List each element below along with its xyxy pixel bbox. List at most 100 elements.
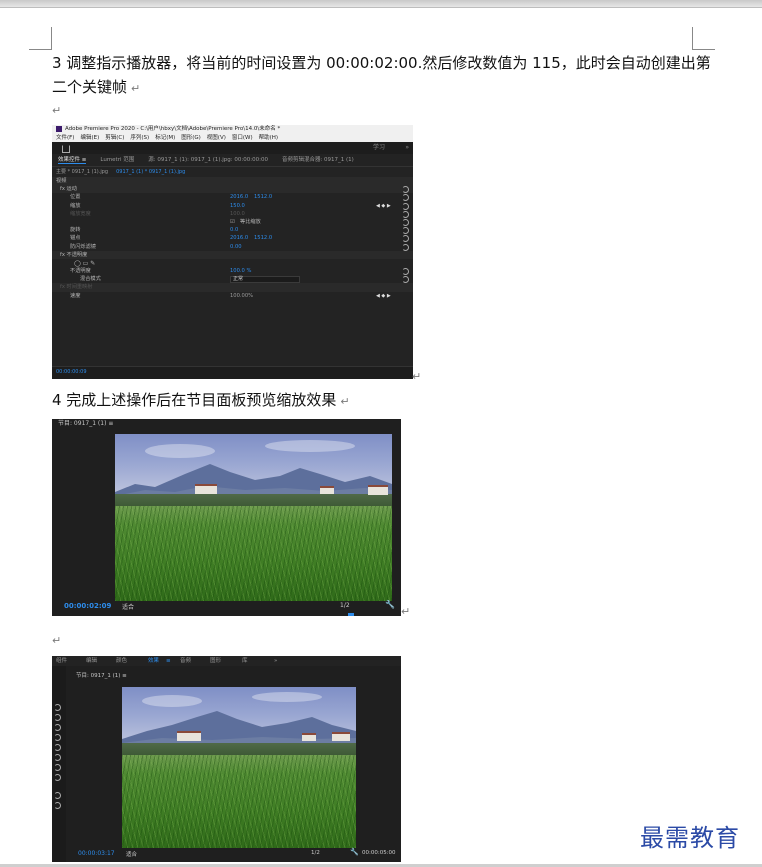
param-opacity: 不透明度 100.0 % <box>52 267 413 276</box>
menu-marker[interactable]: 标记(M) <box>155 135 175 141</box>
blend-mode-select[interactable]: 正常 <box>230 276 300 284</box>
reset-icon[interactable] <box>54 734 61 741</box>
tab-effects-menu-icon[interactable]: ≡ <box>166 656 171 666</box>
reset-icon[interactable] <box>402 276 409 284</box>
keyframe-nav-icon[interactable]: ◀ ◆ ▶ <box>376 202 391 210</box>
reset-icon[interactable] <box>402 202 409 210</box>
step-3-paragraph[interactable]: 3 调整指示播放器，将当前的时间设置为 00:00:02:00.然后修改数值为 … <box>52 51 712 101</box>
tab-color[interactable]: 颜色 <box>116 656 127 666</box>
keyframe-nav-icon[interactable]: ◀ ◆ ▶ <box>376 292 391 300</box>
reset-icon[interactable] <box>54 754 61 761</box>
paragraph-mark-icon: ↵ <box>131 82 141 95</box>
tab-editing[interactable]: 编辑 <box>86 656 97 666</box>
reset-icon[interactable] <box>54 764 61 771</box>
program-monitor-title: 节目: 0917_1 (1) ≡ <box>76 673 127 679</box>
param-scale-width: 缩放宽度 100.0 <box>52 210 413 218</box>
reset-icon[interactable] <box>402 186 409 194</box>
resolution-select[interactable]: 1/2 <box>340 602 350 609</box>
tab-libraries[interactable]: 库 <box>242 656 248 666</box>
effect-opacity[interactable]: fx 不透明度 <box>52 250 413 259</box>
menu-sequence[interactable]: 序列(S) <box>130 135 149 141</box>
step-3-text: 3 调整指示播放器，将当前的时间设置为 00:00:02:00.然后修改数值为 … <box>52 54 711 96</box>
clip-master[interactable]: 主要 * 0917_1 (1).jpg <box>56 169 108 175</box>
home-icon[interactable] <box>62 145 70 153</box>
section-video: 视频 <box>52 177 413 186</box>
divider <box>0 7 762 8</box>
resolution-select[interactable]: 1/2 <box>311 850 320 856</box>
menu-clip[interactable]: 剪辑(C) <box>105 135 124 141</box>
wrench-icon[interactable]: 🔧 <box>350 848 359 856</box>
tab-audio[interactable]: 音频 <box>180 656 191 666</box>
checkbox-icon[interactable]: ☑ <box>230 218 235 226</box>
menu-window[interactable]: 窗口(W) <box>232 135 253 141</box>
menu-file[interactable]: 文件(F) <box>56 135 74 141</box>
premiere-titlebar: Adobe Premiere Pro 2020 - C:\用户\hbxy\文档\… <box>52 125 413 134</box>
fit-select[interactable]: 适合 <box>126 850 137 858</box>
menu-help[interactable]: 帮助(H) <box>259 135 278 141</box>
reset-icon[interactable] <box>54 792 61 799</box>
menu-view[interactable]: 视图(V) <box>207 135 226 141</box>
param-uniform-scale: ☑ 等比缩放 <box>52 218 413 226</box>
tab-graphics[interactable]: 图形 <box>210 656 221 666</box>
paragraph-mark-icon: ↵ <box>52 634 62 647</box>
param-position: 位置 2016.0 1512.0 <box>52 193 413 202</box>
brand-watermark: 最需教育 <box>640 824 740 852</box>
reset-icon[interactable] <box>54 724 61 731</box>
step-4-paragraph[interactable]: 4 完成上述操作后在节目面板预览缩放效果 ↵ <box>52 388 350 414</box>
reset-icon[interactable] <box>402 243 409 251</box>
reset-icon[interactable] <box>402 194 409 202</box>
premiere-menubar: 文件(F) 编辑(E) 剪辑(C) 序列(S) 标记(M) 图形(G) 视图(V) 窗口(W)… <box>52 134 413 142</box>
menu-graphics[interactable]: 图形(G) <box>181 135 201 141</box>
window-title: Adobe Premiere Pro 2020 - C:\用户\hbxy\文档\… <box>65 126 281 132</box>
program-timecode[interactable]: 00:00:03:17 <box>78 850 115 857</box>
clip-sequence[interactable]: 0917_1 (1) * 0917_1 (1).jpg <box>116 169 185 175</box>
paragraph-mark-icon: ↵ <box>412 370 422 383</box>
premiere-effect-controls-screenshot: Adobe Premiere Pro 2020 - C:\用户\hbxy\文档\… <box>52 125 413 379</box>
reset-icon[interactable] <box>402 268 409 276</box>
tab-assembly[interactable]: 组件 <box>56 656 67 666</box>
fit-select[interactable]: 适合 <box>122 602 134 611</box>
param-rotation: 旋转 0.0 <box>52 226 413 235</box>
premiere-logo-icon <box>56 125 62 132</box>
reset-icon[interactable] <box>54 802 61 809</box>
tab-audio-mixer[interactable]: 音频剪辑混合器: 0917_1 (1) <box>282 157 354 163</box>
reset-icon[interactable] <box>54 774 61 781</box>
keyframe-reset-column <box>52 666 66 862</box>
effect-motion[interactable]: fx 运动 <box>52 185 413 194</box>
wrench-icon[interactable]: 🔧 <box>385 600 395 609</box>
crop-mark-top-right <box>692 27 715 50</box>
workspace-learn[interactable]: 学习 <box>373 142 385 154</box>
paragraph-mark-icon: ↵ <box>340 395 350 408</box>
landscape-preview-image <box>122 687 356 848</box>
workspace-program-monitor-screenshot: 组件 编辑 颜色 效果 ≡ 音频 图形 库 » 节目: 0917_1 (1) ≡ <box>52 656 401 862</box>
menu-edit[interactable]: 编辑(E) <box>80 135 99 141</box>
workspace-tabs: 组件 编辑 颜色 效果 ≡ 音频 图形 库 » <box>52 656 401 666</box>
program-monitor-title: 节目: 0917_1 (1) ≡ <box>58 420 114 427</box>
tab-effect-controls[interactable]: 效果控件 ≡ <box>58 157 87 164</box>
workspace-more[interactable]: » <box>405 142 409 154</box>
reset-icon[interactable] <box>54 714 61 721</box>
paragraph-mark-icon: ↵ <box>52 104 62 117</box>
program-timecode[interactable]: 00:00:02:09 <box>64 602 111 610</box>
landscape-preview-image <box>115 434 392 601</box>
mask-tools: ◯ ▭ ✎ <box>52 259 413 267</box>
panel-timecode[interactable]: 00:00:00:09 <box>56 369 87 375</box>
reset-icon[interactable] <box>54 744 61 751</box>
playhead-icon[interactable] <box>348 613 354 616</box>
tab-effects[interactable]: 效果 <box>148 656 159 666</box>
reset-icon[interactable] <box>402 235 409 243</box>
window-top-bar <box>0 0 762 7</box>
param-speed: 速度 100.00% ◀ ◆ ▶ <box>70 292 391 300</box>
tab-source[interactable]: 源: 0917_1 (1): 0917_1 (1).jpg: 00:00:00:… <box>148 157 268 163</box>
reset-icon[interactable] <box>402 210 409 218</box>
reset-icon[interactable] <box>54 704 61 711</box>
reset-icon[interactable] <box>402 227 409 235</box>
tab-more[interactable]: » <box>274 656 277 666</box>
clip-selector: 主要 * 0917_1 (1).jpg 0917_1 (1) * 0917_1 (… <box>52 167 413 177</box>
workspace-bar: 学习 » <box>52 142 413 154</box>
reset-icon[interactable] <box>402 218 409 226</box>
tab-lumetri-scopes[interactable]: Lumetri 范围 <box>100 157 134 163</box>
crop-mark-top-left <box>29 27 52 50</box>
panel-tabs: 效果控件 ≡ Lumetri 范围 源: 0917_1 (1): 0917_1 (1… <box>52 154 413 167</box>
effect-time-remap[interactable]: fx 时间重映射 <box>52 283 413 292</box>
